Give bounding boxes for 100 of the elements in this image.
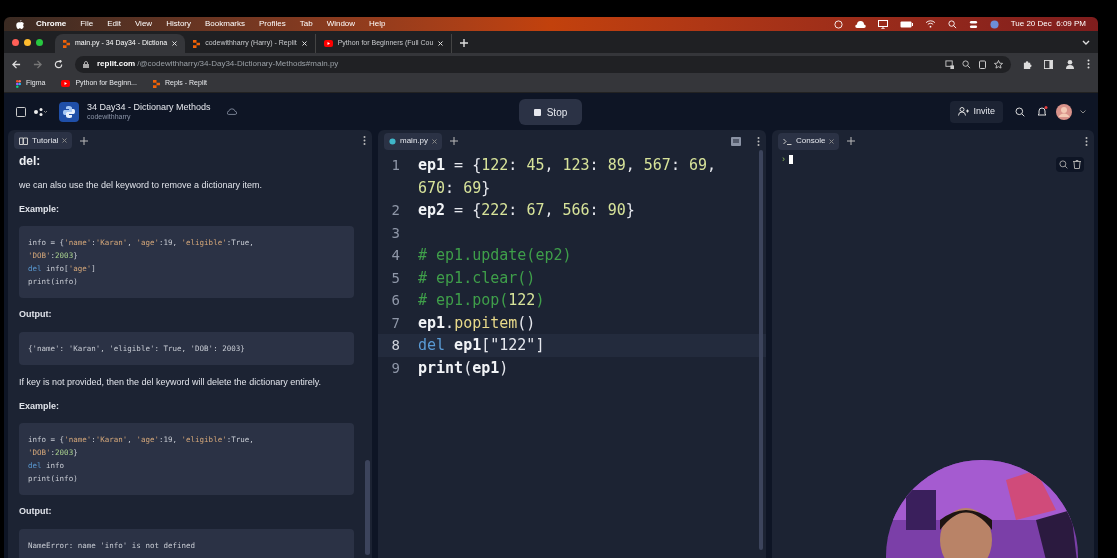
book-icon	[19, 136, 28, 145]
sidebar-toggle-icon[interactable]	[16, 106, 26, 117]
menu-item[interactable]: Chrome	[36, 18, 67, 30]
tab-label: Tutorial	[32, 134, 59, 147]
close-window-button[interactable]	[12, 38, 19, 46]
star-icon[interactable]	[994, 59, 1003, 69]
paragraph: If key is not provided, then the del keyword will delete the dictionary entirely.	[19, 375, 322, 389]
menu-item[interactable]: Bookmarks	[205, 18, 246, 30]
search-icon[interactable]	[947, 19, 957, 29]
example-label: Example:	[19, 399, 61, 413]
more-icon[interactable]	[1087, 59, 1090, 69]
reload-icon[interactable]	[54, 59, 63, 69]
play-icon	[323, 40, 333, 47]
stop-icon	[533, 108, 541, 116]
code-line: ep2 = {222: 67, 566: 90}	[418, 200, 636, 221]
cloud-icon	[226, 108, 237, 115]
trash-icon[interactable]	[1073, 160, 1081, 169]
python-logo-icon	[59, 101, 79, 122]
example-label: Output:	[19, 505, 53, 519]
line-number: 2	[390, 201, 401, 220]
more-icon[interactable]	[363, 136, 366, 146]
invite-button[interactable]: Invite	[950, 100, 1003, 123]
new-tab-icon[interactable]	[460, 39, 469, 47]
battery-icon[interactable]	[899, 20, 913, 28]
example-label: Example:	[19, 202, 61, 216]
monitor-icon[interactable]	[877, 19, 888, 29]
wifi-icon[interactable]	[924, 20, 936, 28]
cloud-icon[interactable]	[854, 20, 866, 28]
extensions-icon[interactable]	[1023, 59, 1032, 69]
menu-bar-clock[interactable]: Tue 20 Dec 6:09 PM	[1010, 18, 1086, 30]
replit-logo-icon	[152, 79, 160, 88]
tab-label: main.py	[400, 135, 428, 147]
add-tab-icon[interactable]	[847, 137, 856, 145]
menu-item[interactable]: History	[166, 18, 191, 30]
zoom-window-button[interactable]	[36, 38, 43, 46]
example-label: Output:	[19, 308, 53, 322]
text-cursor	[789, 155, 793, 164]
zoom-icon[interactable]	[962, 59, 971, 69]
line-number: 3	[390, 223, 401, 243]
stop-button[interactable]: Stop	[519, 99, 582, 125]
address-bar[interactable]: replit.com /@codewithharry/34-Day34-Dictionary-Methods#main.py	[75, 55, 1011, 73]
lock-icon	[83, 60, 89, 68]
scrollbar-thumb[interactable]	[759, 150, 763, 550]
line-number: 5	[390, 268, 401, 288]
side-panel-icon[interactable]	[1044, 59, 1053, 69]
profile-icon[interactable]	[1065, 59, 1075, 69]
repl-title: 34 Day34 - Dictionary Methods	[87, 101, 211, 113]
search-icon[interactable]	[1059, 160, 1068, 169]
minimize-window-button[interactable]	[24, 38, 31, 46]
console-tab[interactable]: Console	[778, 132, 840, 150]
console-prompt: ›	[782, 153, 785, 166]
url-host: replit.com	[97, 58, 136, 70]
code-line: ep1.popitem()	[418, 312, 537, 334]
add-tab-icon[interactable]	[450, 137, 458, 145]
python-file-icon	[389, 137, 396, 145]
tab-label: Console	[796, 135, 826, 147]
avatar-icon[interactable]	[1056, 103, 1072, 120]
line-number: 4	[390, 246, 401, 265]
section-heading: del:	[19, 152, 42, 170]
tutorial-tab[interactable]: Tutorial	[14, 132, 73, 150]
line-number: 1	[390, 156, 401, 175]
install-app-icon[interactable]	[945, 59, 954, 69]
replit-logo-icon	[63, 39, 70, 48]
editor-tab[interactable]: main.py	[384, 132, 442, 150]
code-line: del ep1["122"]	[418, 335, 546, 356]
line-number: 8	[390, 336, 401, 355]
code-line: # ep1.pop(122)	[418, 290, 546, 311]
chevron-down-icon[interactable]	[1080, 109, 1086, 114]
add-person-icon	[958, 107, 970, 116]
search-icon[interactable]	[1015, 106, 1025, 117]
code-line: ep1 = {122: 45, 123: 89, 567: 69, 670: 69}	[418, 155, 718, 199]
replit-logo-icon	[193, 39, 201, 48]
menu-item[interactable]: Window	[326, 18, 356, 30]
url-path: /@codewithharry/34-Day34-Dictionary-Methods#main.py	[137, 58, 339, 70]
bell-icon[interactable]	[1037, 106, 1048, 117]
more-icon[interactable]	[1085, 136, 1088, 146]
code-line: # ep1.update(ep2)	[418, 245, 573, 266]
scrollbar-thumb[interactable]	[365, 460, 370, 555]
menu-item[interactable]: Profiles	[259, 18, 286, 30]
clipboard-icon[interactable]	[979, 59, 986, 69]
line-number: 6	[390, 291, 401, 310]
menu-item[interactable]: Help	[369, 18, 386, 30]
menu-item[interactable]: File	[80, 18, 94, 30]
add-tab-icon[interactable]	[80, 136, 89, 145]
menu-item[interactable]: Edit	[107, 18, 121, 30]
nodes-icon[interactable]	[34, 107, 47, 116]
more-icon[interactable]	[757, 136, 760, 146]
terminal-icon	[783, 137, 792, 145]
figma-logo-icon	[16, 79, 21, 88]
play-icon	[61, 80, 71, 87]
paragraph: we can also use the del keyword to remove a dictionary item.	[19, 178, 264, 192]
forward-icon[interactable]	[33, 59, 42, 69]
layout-icon[interactable]	[731, 136, 741, 146]
line-number: 7	[390, 313, 401, 333]
back-icon[interactable]	[12, 59, 21, 69]
menu-item[interactable]: View	[134, 18, 153, 30]
menu-item[interactable]: Tab	[299, 18, 313, 30]
siri-icon[interactable]	[989, 19, 999, 29]
apple-icon[interactable]	[16, 19, 24, 29]
control-center-icon[interactable]	[968, 19, 978, 29]
